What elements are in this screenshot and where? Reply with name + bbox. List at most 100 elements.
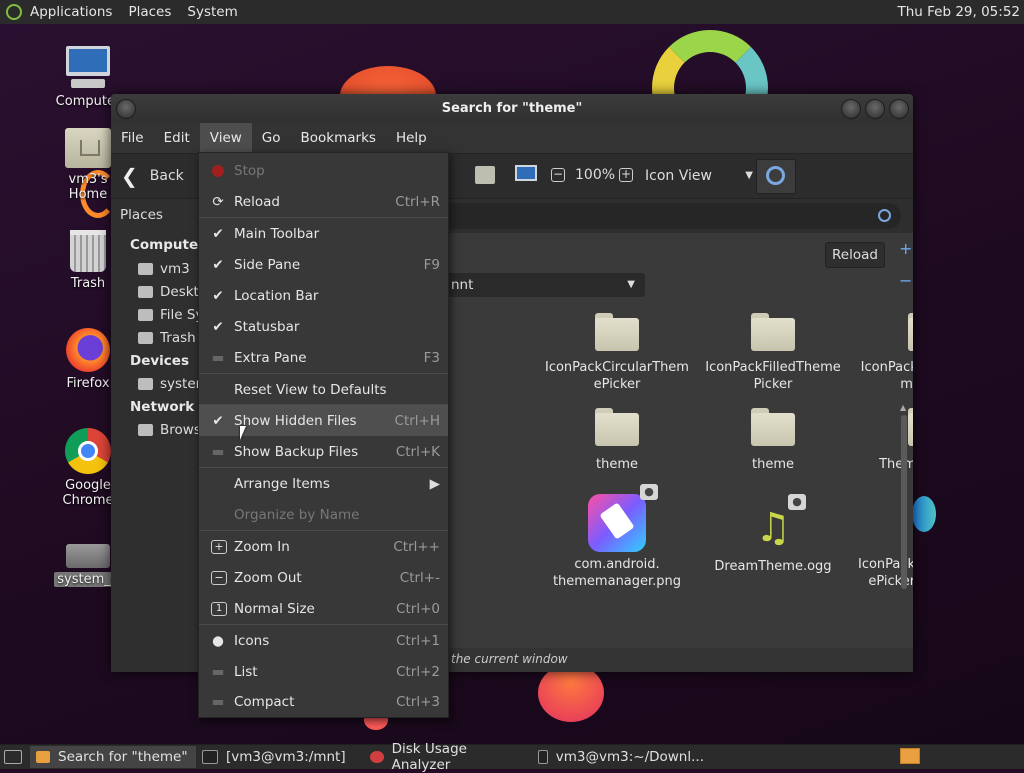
menu-item-accel: F3 <box>423 349 440 366</box>
home-icon[interactable] <box>475 166 495 184</box>
file-item[interactable]: theme <box>698 408 848 473</box>
menu-item-side-pane[interactable]: ✔ Side Pane F9 <box>199 249 448 280</box>
menu-help[interactable]: Help <box>386 123 437 153</box>
menu-item-label: Side Pane <box>234 256 301 273</box>
view-mode-select[interactable]: Icon View ▼ <box>645 162 753 190</box>
taskbar-item-terminal-downloads[interactable]: vm3@vm3:~/Downl... <box>532 746 710 768</box>
menu-item-accel: Ctrl+- <box>399 569 440 586</box>
maximize-button[interactable] <box>865 99 885 119</box>
folder-icon <box>751 408 795 446</box>
system-menu[interactable]: System <box>179 4 245 20</box>
remove-icon[interactable]: − <box>899 271 912 290</box>
places-menu[interactable]: Places <box>120 4 179 20</box>
menu-item-list[interactable]: ▬ List Ctrl+2 <box>199 656 448 687</box>
workspace-switcher-icon[interactable] <box>900 748 920 764</box>
menu-item-icons[interactable]: ● Icons Ctrl+1 <box>199 625 448 656</box>
sidebar-item-trash[interactable]: Trash <box>138 330 196 346</box>
menu-item-main-toolbar[interactable]: ✔ Main Toolbar <box>199 218 448 249</box>
section-computer: Computer <box>130 237 205 253</box>
menu-item-location-bar[interactable]: ✔ Location Bar <box>199 280 448 311</box>
sidebar-item-filesystem[interactable]: File Sy <box>138 307 203 323</box>
stop-icon <box>211 163 225 179</box>
unchecked-icon: ▬ <box>211 349 225 366</box>
add-icon[interactable]: + <box>899 239 912 258</box>
radio-selected-icon: ● <box>212 632 224 649</box>
menu-view[interactable]: View <box>199 123 252 153</box>
zoom-in-icon[interactable]: + <box>619 168 633 182</box>
window-menu-button[interactable] <box>116 99 136 119</box>
chrome-icon <box>65 428 111 474</box>
sidebar-item-label: vm3 <box>160 261 190 277</box>
sidebar-item-label: Brows <box>160 422 201 438</box>
menu-edit[interactable]: Edit <box>154 123 200 153</box>
taskbar-item-label: Disk Usage Analyzer <box>391 741 467 773</box>
menu-item-accel: Ctrl+3 <box>396 693 440 710</box>
check-icon: ✔ <box>212 287 224 304</box>
menu-item-label: Normal Size <box>234 600 315 617</box>
back-arrow-icon: ❮ <box>121 164 138 188</box>
menu-go[interactable]: Go <box>252 123 291 153</box>
zoom-out-icon[interactable]: − <box>551 168 565 182</box>
applications-menu[interactable]: Applications <box>22 4 120 20</box>
menu-file[interactable]: File <box>111 123 154 153</box>
computer-icon[interactable] <box>515 165 537 181</box>
menu-item-zoom-out[interactable]: − Zoom Out Ctrl+- <box>199 562 448 593</box>
search-folder-icon <box>36 751 50 763</box>
file-item[interactable]: IconPackCircularThem ePicker <box>542 313 692 393</box>
lock-icon: ● <box>788 494 806 510</box>
search-button[interactable] <box>756 159 796 194</box>
statusbar-text: the current window <box>451 652 568 666</box>
close-button[interactable] <box>889 99 909 119</box>
scrollbar-thumb[interactable] <box>901 415 907 589</box>
menu-bookmarks[interactable]: Bookmarks <box>291 123 386 153</box>
menu-item-show-backup-files[interactable]: ▬ Show Backup Files Ctrl+K <box>199 436 448 467</box>
file-name: DreamTheme.ogg <box>714 559 832 574</box>
menu-item-extra-pane[interactable]: ▬ Extra Pane F3 <box>199 342 448 373</box>
menu-item-compact[interactable]: ▬ Compact Ctrl+3 <box>199 686 448 717</box>
location-input[interactable] <box>441 203 901 229</box>
show-desktop-icon[interactable] <box>4 750 22 764</box>
file-item[interactable]: IconPackFilledTheme Picker <box>698 313 848 393</box>
window-titlebar[interactable]: Search for "theme" <box>111 94 913 123</box>
section-devices: Devices <box>130 353 189 369</box>
file-name: theme <box>752 457 794 472</box>
radio-unselected-icon: ▬ <box>211 693 225 710</box>
taskbar-item-disk-usage[interactable]: Disk Usage Analyzer <box>364 741 532 773</box>
scrollbar[interactable]: ▲ ▼ <box>899 403 909 672</box>
clock[interactable]: Thu Feb 29, 05:52 <box>897 0 1020 24</box>
reload-button[interactable]: Reload <box>825 242 885 268</box>
distro-logo-icon[interactable] <box>6 4 22 20</box>
menu-item-reload[interactable]: ⟳ Reload Ctrl+R <box>199 186 448 217</box>
taskbar-item-terminal-mnt[interactable]: [vm3@vm3:/mnt] <box>196 746 364 768</box>
sidebar-item-browse-network[interactable]: Brows <box>138 422 201 438</box>
file-name: com.android. thememanager.png <box>552 557 682 589</box>
taskbar-item-label: vm3@vm3:~/Downl... <box>555 749 704 765</box>
home-icon <box>138 263 153 275</box>
music-note-icon: ♫ <box>755 505 791 551</box>
sidebar-item-vm3[interactable]: vm3 <box>138 261 190 277</box>
minimize-button[interactable] <box>841 99 861 119</box>
menu-item-zoom-in[interactable]: + Zoom In Ctrl++ <box>199 531 448 562</box>
menu-item-normal-size[interactable]: 1 Normal Size Ctrl+0 <box>199 593 448 624</box>
drive-icon <box>138 309 153 321</box>
menu-item-show-hidden-files[interactable]: ✔ Show Hidden Files Ctrl+H <box>199 405 448 436</box>
taskbar-item-search[interactable]: Search for "theme" <box>30 746 196 768</box>
file-item[interactable]: ● com.android. thememanager.png <box>542 484 692 590</box>
taskbar-item-label: [vm3@vm3:/mnt] <box>226 749 346 765</box>
path-dropdown[interactable]: nnt ▼ <box>447 273 645 297</box>
scroll-up-arrow-icon[interactable]: ▲ <box>900 403 906 412</box>
file-name: IconPackCircularThem ePicker <box>545 360 689 392</box>
file-item[interactable]: ♫ ● DreamTheme.ogg <box>698 494 848 575</box>
menu-item-reset-view[interactable]: Reset View to Defaults <box>199 374 448 405</box>
sidebar-item-desktop[interactable]: Deskt <box>138 284 199 300</box>
menu-item-label: Reset View to Defaults <box>234 381 387 398</box>
back-button[interactable]: ❮ Back <box>121 162 184 190</box>
menu-item-arrange-items[interactable]: Arrange Items ▶ <box>199 468 448 499</box>
menu-item-accel: Ctrl+R <box>395 193 440 210</box>
search-icon <box>766 166 785 185</box>
folder-icon <box>595 313 639 351</box>
side-pane-header[interactable]: Places <box>120 207 163 223</box>
menu-item-statusbar[interactable]: ✔ Statusbar <box>199 311 448 342</box>
file-item[interactable]: theme <box>542 408 692 473</box>
file-item[interactable]: IconPackRoundedThe mePicker <box>855 313 913 393</box>
